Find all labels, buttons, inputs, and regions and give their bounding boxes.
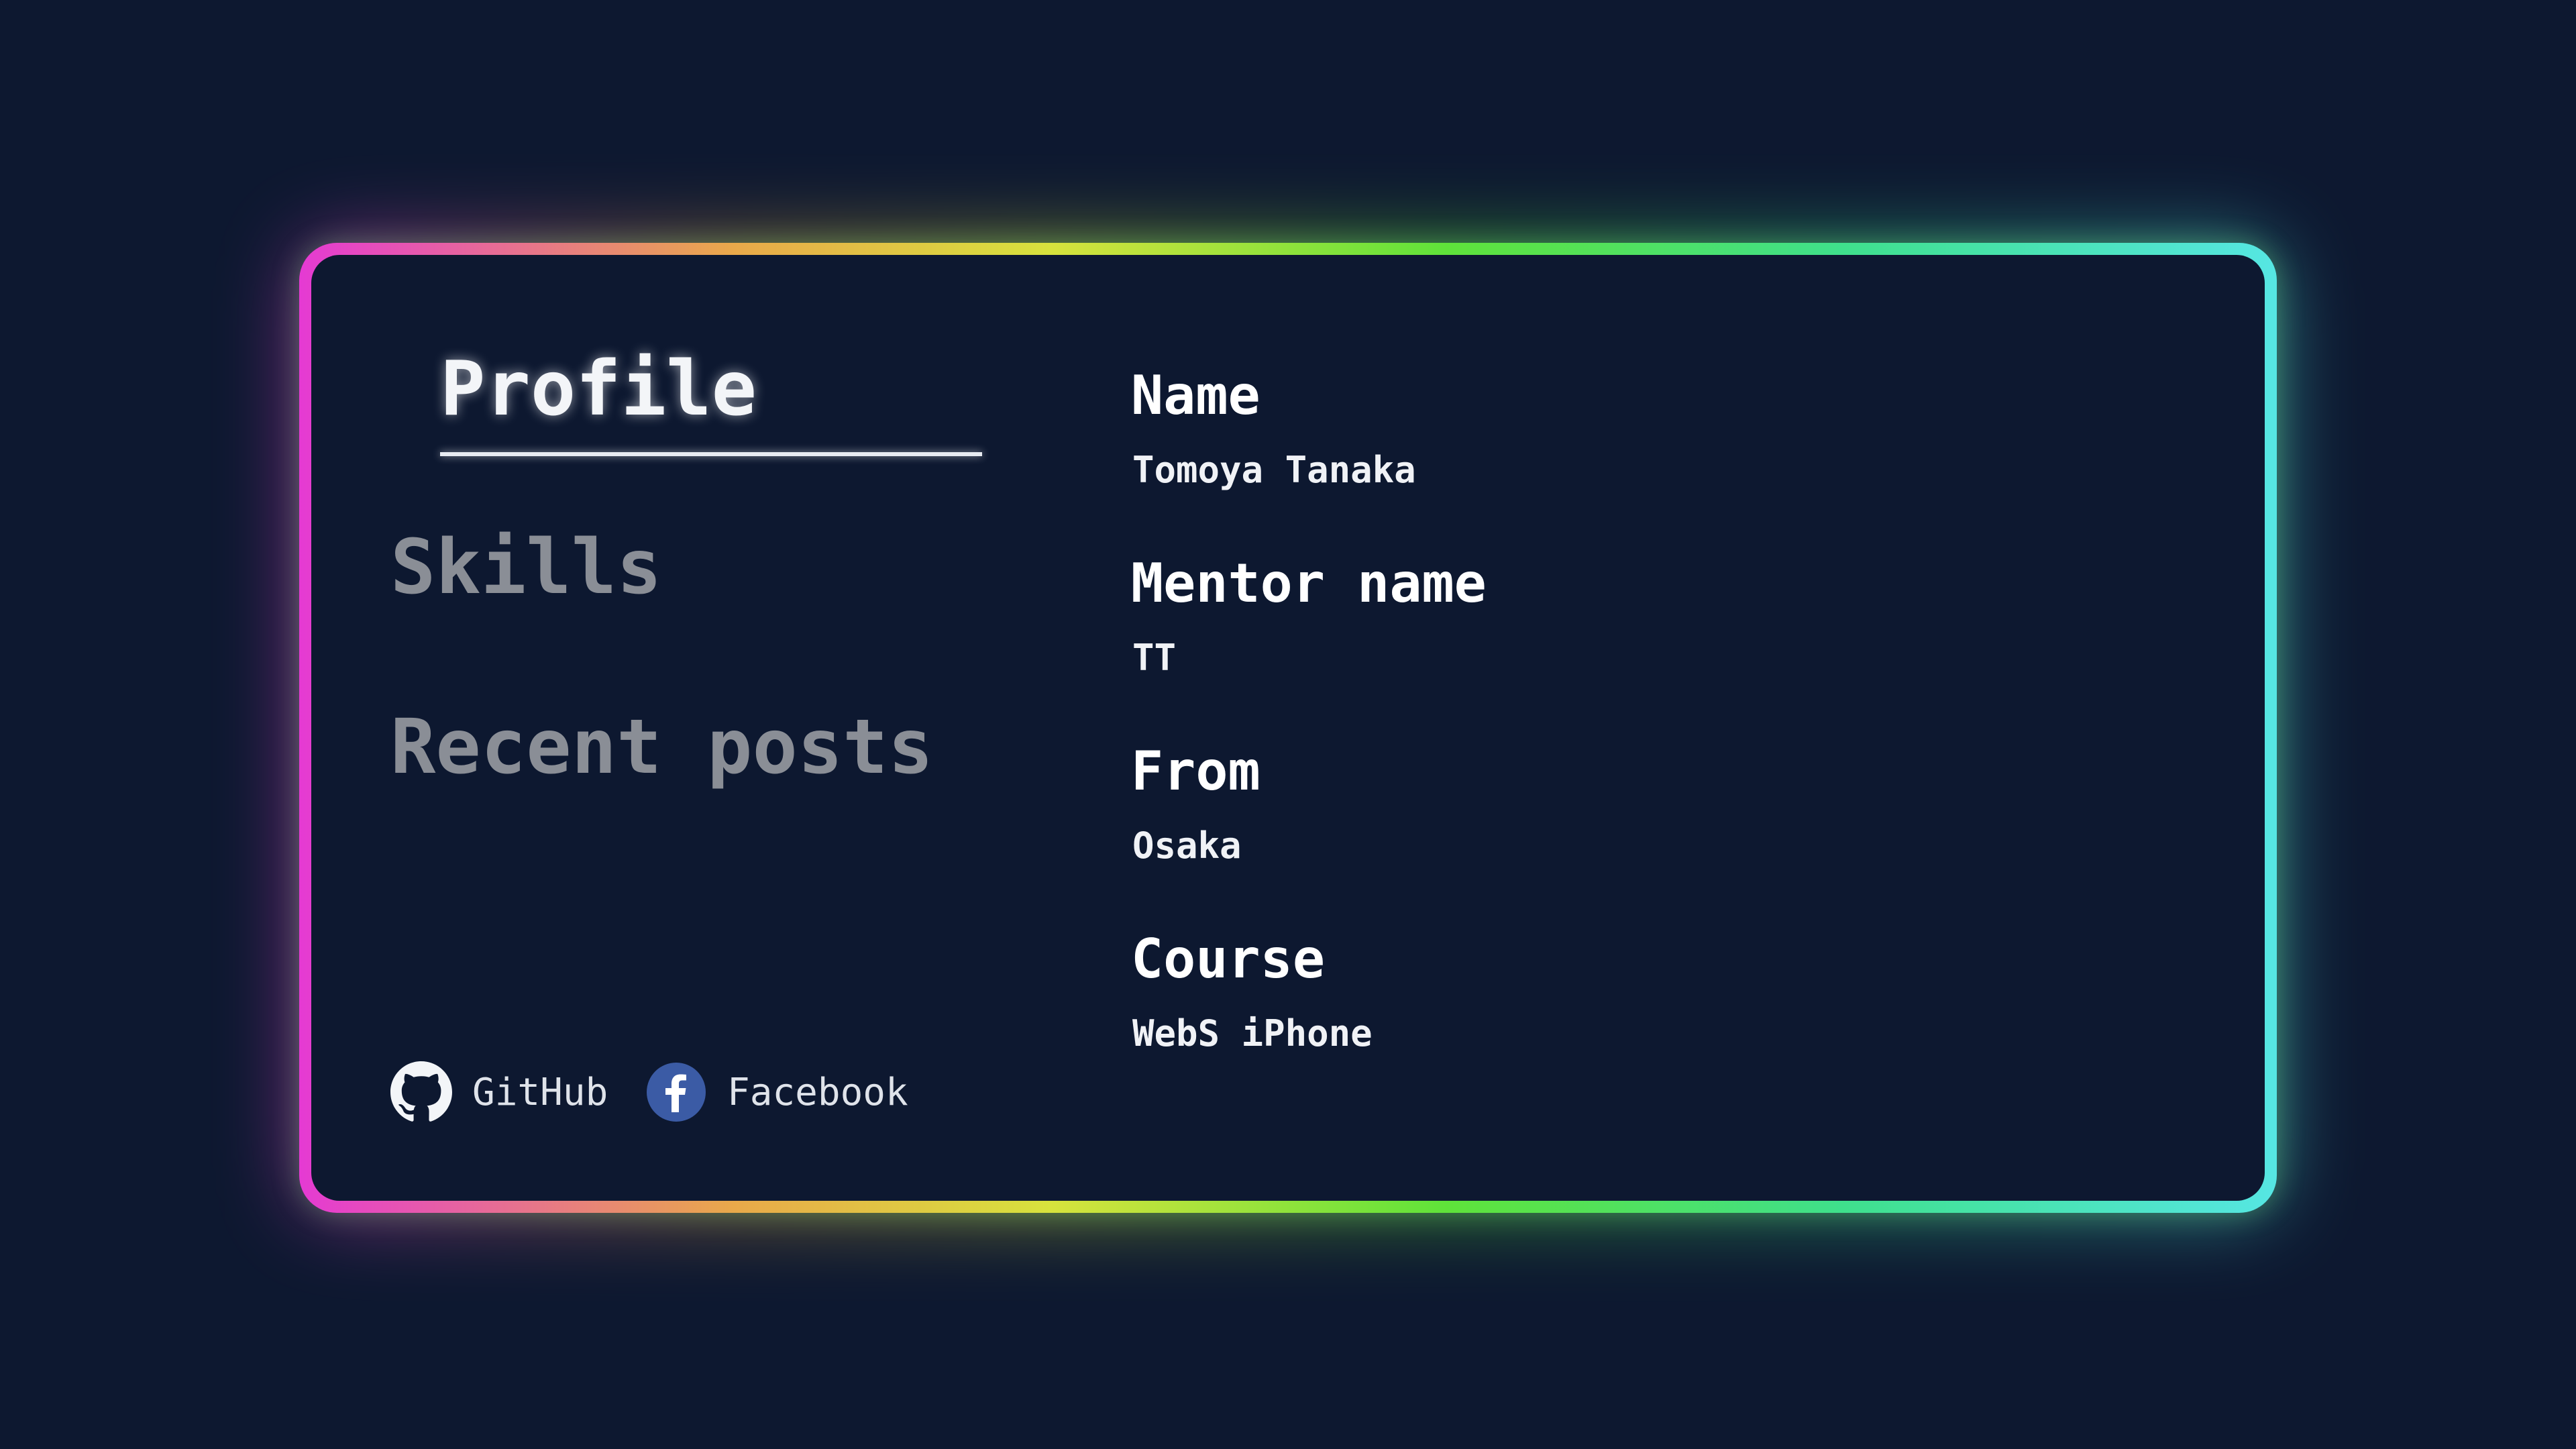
mentor-name-value: TT xyxy=(1132,637,1177,679)
facebook-label: Facebook xyxy=(727,1070,908,1114)
from-label: From xyxy=(1131,740,1260,802)
mentor-name-label: Mentor name xyxy=(1131,552,1487,614)
nav-profile-tab[interactable]: Profile xyxy=(440,343,757,435)
name-label: Name xyxy=(1131,364,1260,427)
active-tab-underline xyxy=(440,452,982,456)
course-value: WebS iPhone xyxy=(1132,1012,1373,1055)
facebook-icon xyxy=(647,1063,706,1122)
course-label: Course xyxy=(1131,928,1325,990)
nav-recent-posts-tab[interactable]: Recent posts xyxy=(390,702,933,793)
github-link[interactable]: GitHub xyxy=(390,1060,608,1124)
github-label: GitHub xyxy=(472,1070,608,1114)
nav-skills-tab[interactable]: Skills xyxy=(390,522,662,613)
facebook-link[interactable]: Facebook xyxy=(645,1060,908,1124)
from-value: Osaka xyxy=(1132,824,1242,867)
name-value: Tomoya Tanaka xyxy=(1132,449,1416,491)
github-icon xyxy=(390,1061,452,1122)
